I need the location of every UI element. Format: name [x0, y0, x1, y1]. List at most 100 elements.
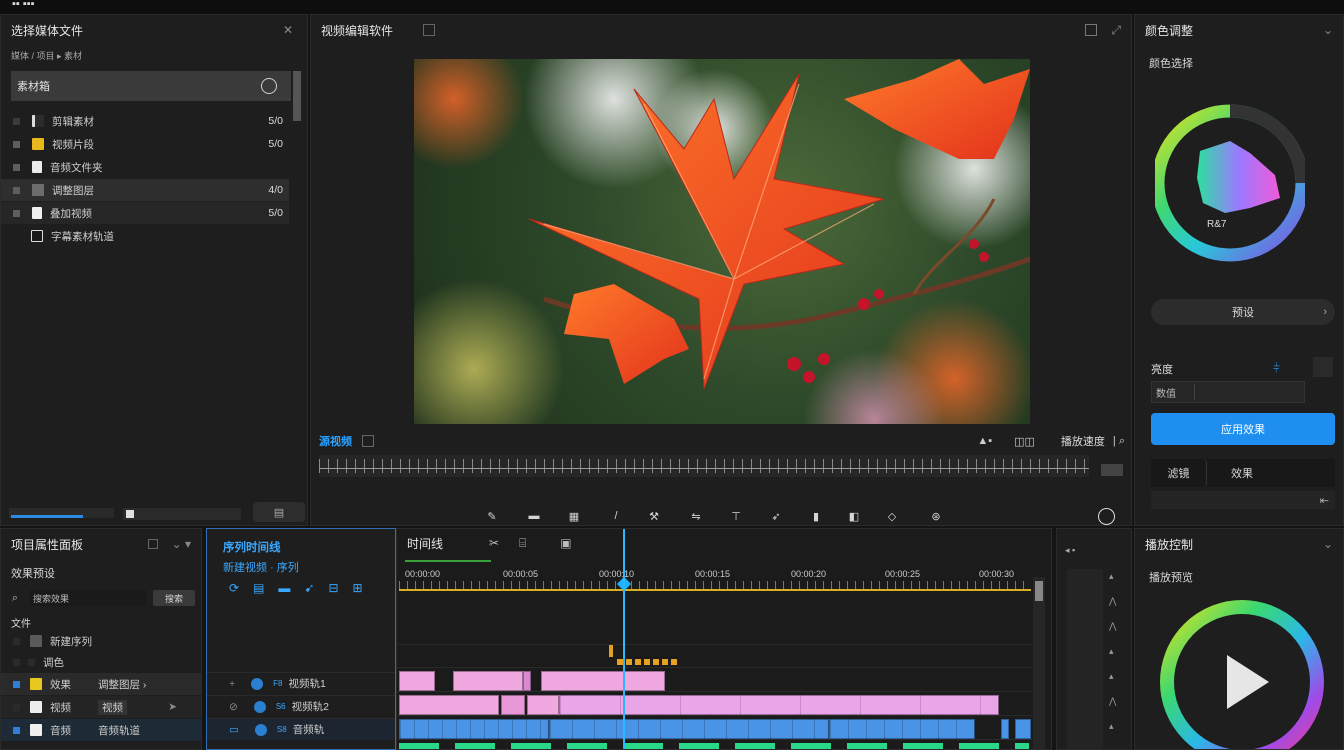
snap-icon[interactable]: ▣ — [560, 536, 571, 550]
close-panel-icon[interactable]: ✕ — [279, 23, 297, 37]
audio-clip[interactable] — [549, 719, 829, 739]
record-circle-icon[interactable] — [1093, 503, 1119, 525]
scope-icon[interactable]: ⋀ — [1109, 696, 1116, 707]
expand-icon[interactable]: ⤢ — [1111, 23, 1121, 38]
layout-icon[interactable] — [1085, 24, 1098, 36]
audio-clip[interactable] — [399, 719, 549, 739]
media-item[interactable]: 音频文件夹 — [1, 156, 289, 178]
scope-icon[interactable]: ⋀ — [1109, 596, 1116, 607]
color-wheel[interactable]: R&7 — [1151, 93, 1309, 273]
project-item[interactable]: 音频 音频轨道 — [1, 719, 201, 741]
project-item[interactable]: 新建序列 — [1, 630, 201, 652]
arrow-icon[interactable]: ➤ — [168, 701, 177, 713]
timeline-scrollbar[interactable] — [1033, 577, 1045, 749]
tab-filters[interactable]: 滤镜 — [1151, 459, 1207, 487]
eye-icon[interactable] — [251, 677, 264, 690]
scrollbar-thumb[interactable] — [1035, 581, 1043, 601]
crop-tool-icon[interactable]: ▮ — [803, 503, 829, 525]
video-clip[interactable] — [399, 695, 499, 715]
scope-icon[interactable]: ▴ — [1109, 721, 1116, 732]
audio-clip[interactable] — [829, 719, 975, 739]
size-slider-handle[interactable] — [126, 510, 134, 518]
zoom-icon[interactable]: | ⌕ — [1113, 435, 1125, 448]
preset-pill[interactable]: 预设 › — [1151, 299, 1335, 325]
eye-icon[interactable] — [254, 723, 267, 736]
video-clip[interactable] — [501, 695, 525, 715]
link-tool-icon[interactable]: ⊛ — [923, 503, 949, 525]
refresh-icon[interactable]: ⟳ — [229, 581, 239, 595]
chevron-down-icon[interactable]: ⌄ — [1323, 537, 1333, 551]
video-clip[interactable] — [399, 671, 435, 691]
work-area-bar[interactable] — [405, 560, 491, 562]
audio-marker[interactable] — [617, 659, 677, 665]
more-icon[interactable]: ⌄ ▾ — [172, 537, 191, 551]
shape-tool-icon[interactable]: ◇ — [879, 503, 905, 525]
eye-icon[interactable] — [253, 700, 266, 713]
video-clip[interactable] — [453, 671, 523, 691]
playhead-line[interactable] — [623, 529, 625, 749]
media-item[interactable]: 字幕素材轨道 — [1, 225, 289, 247]
search-button[interactable]: 搜索 — [153, 590, 195, 606]
apply-effect-button[interactable]: 应用效果 — [1151, 413, 1335, 445]
list-view-button[interactable]: ▤ — [253, 502, 305, 522]
media-item[interactable]: 调整图层 4/0 — [1, 179, 289, 201]
project-item[interactable]: 效果 调整图层 › — [1, 673, 201, 695]
tab-effects[interactable]: 效果 — [1207, 459, 1277, 487]
effect-row[interactable]: ⇤ — [1151, 491, 1335, 509]
audio-clip[interactable] — [1015, 719, 1031, 739]
grid-icon[interactable] — [423, 24, 436, 36]
slash-tool-icon[interactable]: / — [603, 503, 629, 525]
time-ruler[interactable]: 00:00:00 00:00:05 00:00:10 00:00:15 00:0… — [399, 567, 1031, 591]
audio-clip[interactable] — [399, 743, 1029, 749]
bird-tool-icon[interactable]: ➶ — [763, 503, 789, 525]
scrollbar[interactable] — [293, 71, 301, 121]
brightness-field[interactable]: 数值 — [1151, 381, 1305, 403]
video-clip[interactable] — [523, 671, 531, 691]
scope-icon[interactable]: ▴ — [1109, 646, 1116, 657]
pen-tool-icon[interactable]: ✎ — [479, 503, 505, 525]
stack-tool-icon[interactable]: ▦ — [561, 503, 587, 525]
media-item[interactable]: 视频片段 5/0 — [1, 133, 289, 155]
add-track-icon[interactable]: + — [229, 678, 235, 690]
track-header[interactable]: ⊘ S6 视频轨2 — [207, 695, 395, 717]
ripple-icon[interactable]: ⌸ — [519, 536, 526, 551]
compare-icon[interactable]: ◫◫ — [1014, 435, 1035, 448]
track-header[interactable]: + F8 视频轨1 — [207, 672, 395, 694]
flip-tool-icon[interactable]: ⇋ — [683, 503, 709, 525]
scope-icon[interactable]: ⋀ — [1109, 621, 1116, 632]
mask-tool-icon[interactable]: ◧ — [841, 503, 867, 525]
media-item[interactable]: 剪辑素材 5/0 — [1, 110, 289, 132]
minus-tool-icon[interactable]: ▬ — [521, 503, 547, 525]
lock-icon[interactable]: ⊘ — [229, 701, 238, 713]
add-icon[interactable]: ⊞ — [353, 581, 363, 595]
cut-icon[interactable]: ✂ — [489, 536, 499, 550]
source-label[interactable]: 源视频 — [319, 433, 352, 449]
hammer-tool-icon[interactable]: ⚒ — [641, 503, 667, 525]
doc-icon[interactable]: ▤ — [253, 581, 264, 595]
media-item[interactable]: 叠加视频 5/0 — [1, 202, 289, 224]
play-wheel[interactable] — [1157, 597, 1327, 749]
track-header[interactable]: ▭ S8 音频轨 — [207, 718, 395, 740]
scrub-ruler[interactable] — [319, 455, 1089, 477]
chevron-down-icon[interactable]: ⌄ — [1323, 23, 1333, 37]
scope-icon[interactable]: ▴ — [1109, 671, 1116, 682]
globe-icon[interactable] — [261, 78, 277, 94]
audio-marker[interactable] — [609, 645, 613, 657]
bin-header[interactable]: 素材箱 — [11, 71, 291, 101]
project-item[interactable]: 视频 视频 ➤ — [1, 696, 201, 718]
size-slider[interactable] — [123, 508, 241, 520]
search-input[interactable]: 搜索效果 — [29, 590, 147, 606]
color-swatch[interactable] — [1313, 357, 1333, 377]
anchor-tool-icon[interactable]: ⊤ — [723, 503, 749, 525]
zoom-slider-track[interactable] — [9, 508, 114, 518]
list-icon[interactable] — [147, 539, 158, 549]
audio-track-icon[interactable]: ▭ — [229, 724, 239, 736]
scope-icon[interactable]: ▴ — [1109, 571, 1116, 582]
video-preview[interactable] — [414, 59, 1030, 424]
toggle-icon[interactable] — [362, 435, 374, 447]
adjust-icon[interactable]: ⫩ — [1273, 361, 1280, 376]
ruler-menu-button[interactable] — [1101, 464, 1123, 476]
video-clip[interactable] — [541, 671, 665, 691]
split-icon[interactable]: ⊟ — [328, 581, 338, 595]
video-clip[interactable] — [527, 695, 559, 715]
